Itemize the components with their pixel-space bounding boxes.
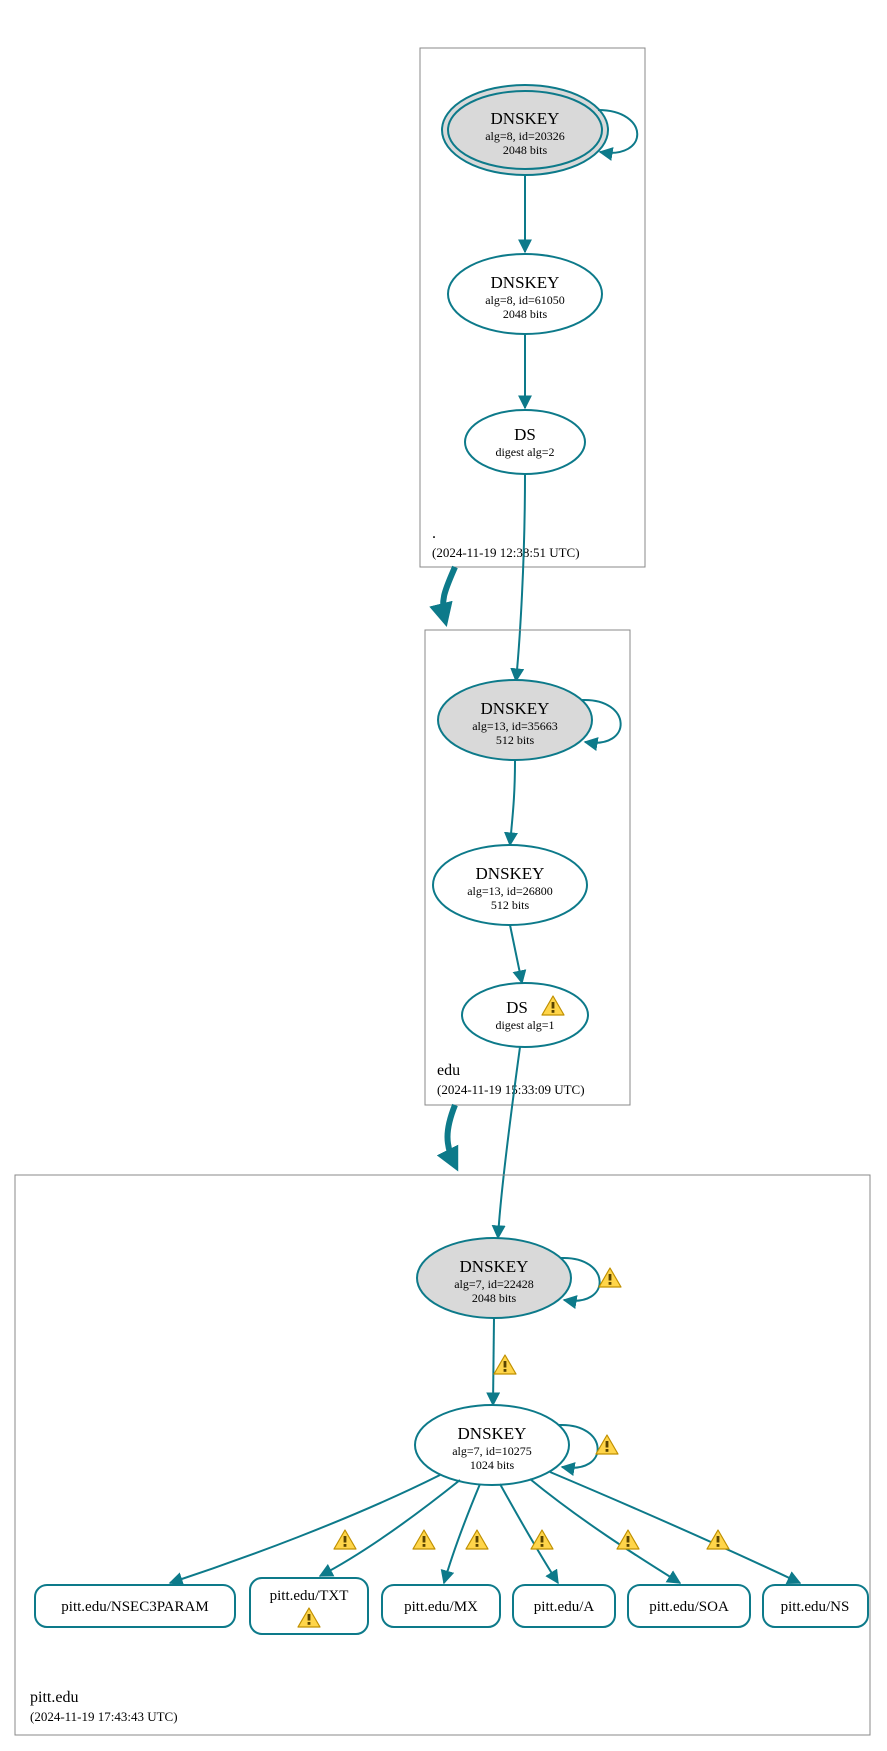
warning-icon bbox=[334, 1530, 356, 1549]
svg-text:DNSKEY: DNSKEY bbox=[458, 1424, 527, 1443]
leaf-ns: pitt.edu/NS bbox=[763, 1585, 868, 1627]
svg-text:DNSKEY: DNSKEY bbox=[491, 273, 560, 292]
edge-edu-zsk-to-ds bbox=[510, 925, 522, 983]
svg-text:digest alg=1: digest alg=1 bbox=[495, 1018, 554, 1032]
leaf-nsec3param: pitt.edu/NSEC3PARAM bbox=[35, 1585, 235, 1627]
warning-icon bbox=[596, 1435, 618, 1454]
leaf-txt: pitt.edu/TXT bbox=[250, 1578, 368, 1634]
zone-root-timestamp: (2024-11-19 12:38:51 UTC) bbox=[432, 545, 580, 560]
edge-pitt-ksk-to-zsk bbox=[493, 1318, 494, 1405]
edge-zsk-to-txt bbox=[320, 1480, 460, 1576]
svg-text:512 bits: 512 bits bbox=[491, 898, 530, 912]
svg-text:2048 bits: 2048 bits bbox=[503, 143, 548, 157]
svg-text:alg=7, id=22428: alg=7, id=22428 bbox=[454, 1277, 534, 1291]
zone-edu-timestamp: (2024-11-19 15:33:09 UTC) bbox=[437, 1082, 585, 1097]
node-edu-ksk: DNSKEY alg=13, id=35663 512 bits bbox=[438, 680, 592, 760]
edge-root-to-edu-zone bbox=[443, 567, 455, 620]
zone-pitt-name: pitt.edu bbox=[30, 1689, 78, 1706]
svg-text:512 bits: 512 bits bbox=[496, 733, 535, 747]
leaf-mx: pitt.edu/MX bbox=[382, 1585, 500, 1627]
svg-text:alg=8, id=61050: alg=8, id=61050 bbox=[485, 293, 565, 307]
warning-icon bbox=[531, 1530, 553, 1549]
edge-zsk-to-a bbox=[500, 1484, 558, 1583]
svg-text:DS: DS bbox=[514, 425, 536, 444]
svg-text:2048 bits: 2048 bits bbox=[503, 307, 548, 321]
svg-text:pitt.edu/MX: pitt.edu/MX bbox=[404, 1599, 478, 1615]
edge-edu-ksk-to-zsk bbox=[510, 760, 515, 845]
svg-text:digest alg=2: digest alg=2 bbox=[495, 445, 554, 459]
warning-icon bbox=[494, 1355, 516, 1374]
leaf-soa: pitt.edu/SOA bbox=[628, 1585, 750, 1627]
svg-text:1024 bits: 1024 bits bbox=[470, 1458, 515, 1472]
svg-text:pitt.edu/NS: pitt.edu/NS bbox=[781, 1599, 850, 1615]
svg-text:pitt.edu/TXT: pitt.edu/TXT bbox=[270, 1588, 349, 1604]
svg-text:alg=13, id=35663: alg=13, id=35663 bbox=[472, 719, 558, 733]
dnssec-chain-diagram: . (2024-11-19 12:38:51 UTC) DNSKEY alg=8… bbox=[0, 0, 887, 1751]
svg-text:DS: DS bbox=[506, 998, 528, 1017]
svg-text:DNSKEY: DNSKEY bbox=[491, 109, 560, 128]
zone-pitt-timestamp: (2024-11-19 17:43:43 UTC) bbox=[30, 1709, 178, 1724]
node-edu-zsk: DNSKEY alg=13, id=26800 512 bits bbox=[433, 845, 587, 925]
svg-text:pitt.edu/SOA: pitt.edu/SOA bbox=[649, 1599, 729, 1615]
node-root-ksk: DNSKEY alg=8, id=20326 2048 bits bbox=[442, 85, 608, 175]
warning-icon bbox=[617, 1530, 639, 1549]
edge-edu-to-pitt-zone bbox=[448, 1105, 456, 1165]
svg-text:alg=13, id=26800: alg=13, id=26800 bbox=[467, 884, 553, 898]
node-root-zsk: DNSKEY alg=8, id=61050 2048 bits bbox=[448, 254, 602, 334]
svg-text:DNSKEY: DNSKEY bbox=[476, 864, 545, 883]
warning-icon bbox=[413, 1530, 435, 1549]
svg-text:pitt.edu/A: pitt.edu/A bbox=[534, 1599, 595, 1615]
svg-text:pitt.edu/NSEC3PARAM: pitt.edu/NSEC3PARAM bbox=[61, 1599, 208, 1615]
node-pitt-ksk: DNSKEY alg=7, id=22428 2048 bits bbox=[417, 1238, 571, 1318]
warning-icon bbox=[599, 1268, 621, 1287]
warning-icon bbox=[466, 1530, 488, 1549]
edge-root-ds-to-edu-ksk bbox=[516, 474, 525, 681]
leaf-a: pitt.edu/A bbox=[513, 1585, 615, 1627]
zone-edu-name: edu bbox=[437, 1062, 460, 1079]
edge-zsk-to-nsec3 bbox=[170, 1475, 440, 1583]
svg-text:alg=8, id=20326: alg=8, id=20326 bbox=[485, 129, 565, 143]
node-pitt-zsk: DNSKEY alg=7, id=10275 1024 bits bbox=[415, 1405, 569, 1485]
svg-text:alg=7, id=10275: alg=7, id=10275 bbox=[452, 1444, 532, 1458]
warning-icon bbox=[707, 1530, 729, 1549]
edge-edu-ds-to-pitt-ksk bbox=[498, 1047, 520, 1238]
svg-text:DNSKEY: DNSKEY bbox=[481, 699, 550, 718]
zone-root-name: . bbox=[432, 525, 436, 542]
svg-text:2048 bits: 2048 bits bbox=[472, 1291, 517, 1305]
svg-text:DNSKEY: DNSKEY bbox=[460, 1257, 529, 1276]
node-edu-ds: DS digest alg=1 bbox=[462, 983, 588, 1047]
edge-zsk-to-ns bbox=[550, 1472, 800, 1583]
node-root-ds: DS digest alg=2 bbox=[465, 410, 585, 474]
